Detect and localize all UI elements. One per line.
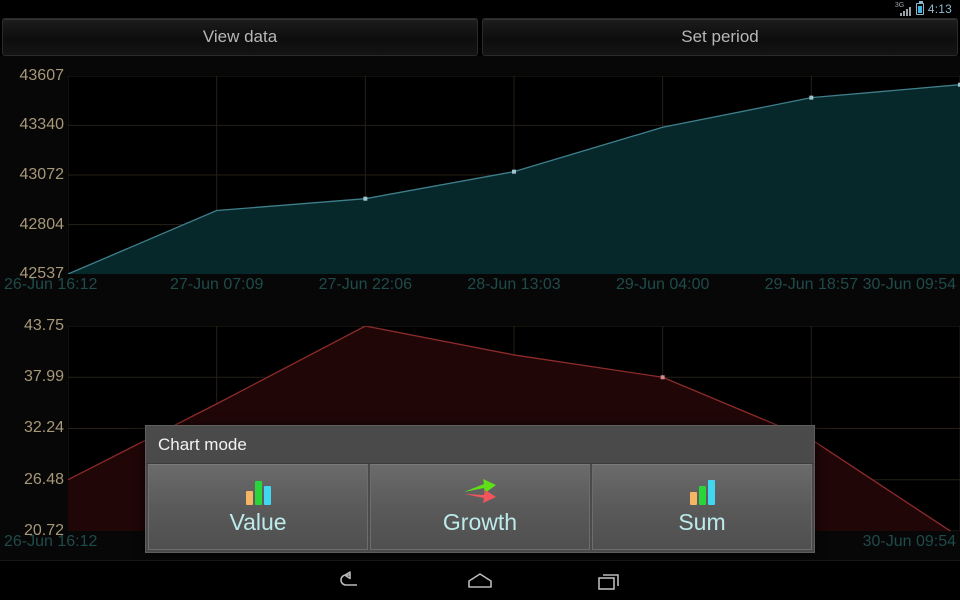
home-icon[interactable] xyxy=(463,568,497,594)
chart-mode-growth-button[interactable]: Growth xyxy=(370,464,590,550)
y-axis-tick-label: 37.99 xyxy=(23,368,64,386)
chart-mode-sum-button[interactable]: Sum xyxy=(592,464,812,550)
back-icon[interactable] xyxy=(333,568,367,594)
value-chart[interactable]: 43607 43340 43072 42804 42537 26-Jun 16:12 27… xyxy=(0,56,960,304)
x-axis-tick-label: 26-Jun 16:12 xyxy=(4,276,98,293)
x-axis-tick-label: 30-Jun 09:54 xyxy=(862,533,956,550)
set-period-label: Set period xyxy=(681,27,759,46)
y-axis-tick-label: 43340 xyxy=(19,116,65,134)
chart-mode-value-button[interactable]: Value xyxy=(148,464,368,550)
y-axis-tick-label: 43.75 xyxy=(23,317,64,334)
x-axis-tick-label: 26-Jun 16:12 xyxy=(4,533,98,550)
chart-mode-dialog-title: Chart mode xyxy=(146,426,814,464)
chart-svg xyxy=(68,76,960,274)
top-button-bar: View data Set period xyxy=(0,18,960,56)
x-axis-tick-label: 27-Jun 07:09 xyxy=(169,276,264,293)
y-axis-tick-label: 26.48 xyxy=(23,470,64,488)
data-point-marker xyxy=(363,196,368,201)
signal-icon: 3G xyxy=(895,2,911,16)
value-chart-plot-area[interactable] xyxy=(68,76,960,274)
x-axis-tick-label: 28-Jun 13:03 xyxy=(467,276,561,293)
chart-mode-growth-label: Growth xyxy=(442,509,518,535)
data-point-marker xyxy=(512,169,516,174)
x-axis-tick-label: 30-Jun 09:54 xyxy=(862,276,956,293)
chart-mode-value-label: Value xyxy=(229,509,287,535)
data-point-marker xyxy=(660,375,665,380)
status-bar-clock: 4:13 xyxy=(927,2,952,16)
y-axis-tick-label: 42804 xyxy=(19,215,65,233)
x-axis-tick-label: 29-Jun 04:00 xyxy=(615,276,710,293)
y-axis-tick-label: 43607 xyxy=(19,67,65,84)
signal-bars xyxy=(899,6,911,16)
bar-chart-icon xyxy=(245,479,271,505)
y-axis-tick-label: 32.24 xyxy=(23,419,64,437)
recent-apps-icon[interactable] xyxy=(593,568,627,594)
chart-mode-sum-label: Sum xyxy=(678,509,726,535)
view-data-label: View data xyxy=(202,27,278,46)
value-chart-x-axis: 26-Jun 16:12 27-Jun 07:09 27-Jun 22:06 28-J… xyxy=(0,276,960,298)
chart-mode-options: Value Growth Sum xyxy=(146,464,814,552)
data-point-marker xyxy=(809,95,814,100)
y-axis-tick-label: 43072 xyxy=(19,166,65,183)
x-axis-tick-label: 27-Jun 22:06 xyxy=(318,276,413,293)
x-axis-tick-label: 29-Jun 18:57 xyxy=(764,276,859,293)
chart-mode-dialog[interactable]: Chart mode Value Growth Sum xyxy=(145,425,815,553)
status-bar: 3G 4:13 xyxy=(0,0,960,18)
android-navigation-bar xyxy=(0,560,960,600)
view-data-button[interactable]: View data xyxy=(2,18,478,56)
set-period-button[interactable]: Set period xyxy=(482,18,958,56)
battery-icon xyxy=(915,1,924,15)
ascending-bar-chart-icon xyxy=(689,479,715,505)
growth-arrows-icon xyxy=(458,479,502,505)
